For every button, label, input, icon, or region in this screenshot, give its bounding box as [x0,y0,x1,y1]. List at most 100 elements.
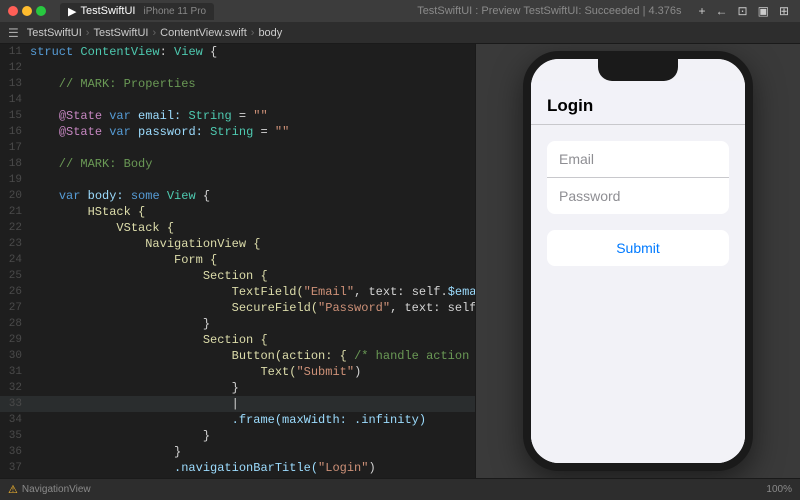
line-content: .frame(maxWidth: .infinity) [30,412,475,428]
breadcrumb-contentview[interactable]: ContentView.swift [160,27,247,39]
form-group-credentials: Email Password [547,141,729,214]
line-number: 20 [0,188,30,204]
line-number: 30 [0,348,30,364]
code-line: 11struct ContentView: View { [0,44,475,60]
phone-mockup: Login Email Password [523,51,753,471]
line-number: 32 [0,380,30,396]
code-line: 33 | [0,396,475,412]
code-line: 30 Button(action: { /* handle action */ … [0,348,475,364]
breadcrumb-testswiftui-2[interactable]: TestSwiftUI [93,27,148,39]
grid-button[interactable]: ⊞ [776,3,792,19]
tab-device: iPhone 11 Pro [143,6,206,17]
minimize-button[interactable] [22,6,32,16]
code-line: 16 @State var password: String = "" [0,124,475,140]
code-line: 26 TextField("Email", text: self.$email) [0,284,475,300]
phone-screen: Login Email Password [531,59,745,463]
code-line: 35 } [0,428,475,444]
line-number: 31 [0,364,30,380]
tab-label: TestSwiftUI [80,5,135,17]
line-content: var body: some View { [30,188,475,204]
line-number: 25 [0,268,30,284]
preview-content: Login Email Password [476,44,800,478]
line-content: TextField("Email", text: self.$email) [30,284,475,300]
breadcrumb-body[interactable]: body [258,27,282,39]
tab-icon: ▶ [68,5,76,18]
status-text: TestSwiftUI : Preview TestSwiftUI: Succe… [417,5,681,17]
line-number: 19 [0,172,30,188]
submit-button[interactable]: Submit [547,230,729,266]
nav-view-label: NavigationView [22,484,91,495]
line-number: 16 [0,124,30,140]
line-content: Button(action: { /* handle action */ }) … [30,348,475,364]
line-number: 36 [0,444,30,460]
email-placeholder: Email [559,151,594,167]
bottom-bar-right: 100% [766,484,792,495]
email-field[interactable]: Email [547,141,729,178]
code-line: 23 NavigationView { [0,236,475,252]
line-content: // MARK: Properties [30,76,475,92]
line-number: 13 [0,76,30,92]
line-content: } [30,316,475,332]
password-field[interactable]: Password [547,178,729,214]
line-content: VStack { [30,220,475,236]
line-number: 27 [0,300,30,316]
line-content: .navigationBarTitle("Login") [30,460,475,476]
line-content [30,92,475,108]
line-content: Form { [30,252,475,268]
code-line: 17 [0,140,475,156]
code-line: 12 [0,60,475,76]
back-button[interactable]: ← [713,3,731,19]
line-number: 29 [0,332,30,348]
maximize-button[interactable] [36,6,46,16]
line-number: 11 [0,44,30,60]
code-line: 22 VStack { [0,220,475,236]
code-line: 27 SecureField("Password", text: self.$p… [0,300,475,316]
zoom-level: 100% [766,484,792,495]
nav-title: Login [547,96,593,116]
submit-section: Submit [547,230,729,266]
split-button[interactable]: ▣ [755,3,772,19]
bottom-bar-left: ⚠ NavigationView [8,483,91,496]
line-content: Section { [30,332,475,348]
close-button[interactable] [8,6,18,16]
line-number: 12 [0,60,30,76]
bottom-bar: ⚠ NavigationView 100% [0,478,800,500]
line-content: @State var email: String = "" [30,108,475,124]
code-line: 25 Section { [0,268,475,284]
line-number: 23 [0,236,30,252]
add-button[interactable]: + [696,3,709,19]
code-line: 21 HStack { [0,204,475,220]
hamburger-button[interactable]: ☰ [8,26,19,40]
tab-testswiftui[interactable]: ▶ TestSwiftUI iPhone 11 Pro [60,3,214,20]
phone-notch [598,59,678,81]
code-line: 31 Text("Submit") [0,364,475,380]
code-line: 34 .frame(maxWidth: .infinity) [0,412,475,428]
code-line: 18 // MARK: Body [0,156,475,172]
line-number: 34 [0,412,30,428]
code-line: 19 [0,172,475,188]
code-line: 36 } [0,444,475,460]
line-number: 15 [0,108,30,124]
nav-bar: Login [531,81,745,125]
code-lines: 11struct ContentView: View {12 13 // MAR… [0,44,475,478]
line-content [30,172,475,188]
layout-button[interactable]: ⊡ [735,3,751,19]
line-number: 37 [0,460,30,476]
code-line: 14 [0,92,475,108]
line-number: 21 [0,204,30,220]
line-content: } [30,444,475,460]
title-actions: + ← ⊡ ▣ ⊞ [696,3,792,19]
line-number: 26 [0,284,30,300]
breadcrumb-sep-2: › [152,27,156,39]
line-number: 24 [0,252,30,268]
code-line: 15 @State var email: String = "" [0,108,475,124]
breadcrumb-bar: ☰ TestSwiftUI › TestSwiftUI › ContentVie… [0,22,800,44]
code-editor[interactable]: 11struct ContentView: View {12 13 // MAR… [0,44,475,478]
code-line: 37 .navigationBarTitle("Login") [0,460,475,476]
code-line: 13 // MARK: Properties [0,76,475,92]
line-content: // MARK: Body [30,156,475,172]
line-number: 33 [0,396,30,412]
breadcrumb-testswiftui[interactable]: TestSwiftUI [27,27,82,39]
line-content: Section { [30,268,475,284]
line-content: SecureField("Password", text: self.$pass… [30,300,475,316]
